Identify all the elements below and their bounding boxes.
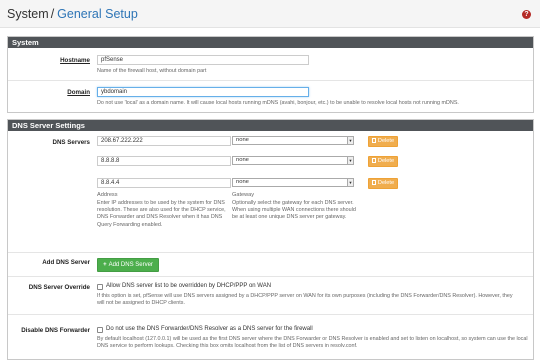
dns-servers-row: DNS Servers 208.67.222.222 none ▼ Delete … bbox=[8, 131, 533, 253]
delete-dns-server-2-button[interactable]: Delete bbox=[368, 156, 398, 167]
delete-label: Delete bbox=[377, 180, 395, 186]
dns-override-help: If this option is set, pfSense will use … bbox=[97, 293, 513, 307]
dns-server-2-input[interactable]: 8.8.8.8 bbox=[97, 156, 231, 166]
hostname-row: Hostname pfSense Name of the firewall ho… bbox=[8, 48, 533, 81]
delete-label: Delete bbox=[377, 158, 395, 164]
breadcrumb: System / General Setup bbox=[7, 7, 138, 21]
trash-icon bbox=[371, 180, 376, 185]
disable-forwarder-row: Disable DNS Forwarder Do not use the DNS… bbox=[8, 315, 533, 360]
trash-icon bbox=[371, 158, 376, 163]
hostname-help: Name of the firewall host, without domai… bbox=[97, 68, 207, 74]
add-dns-label: Add DNS Server bbox=[42, 259, 90, 266]
domain-label: Domain bbox=[67, 89, 90, 96]
dns-gateway-1-value: none bbox=[236, 137, 249, 143]
dns-server-1-input[interactable]: 208.67.222.222 bbox=[97, 136, 231, 146]
chevron-down-icon: ▼ bbox=[347, 157, 353, 164]
dns-override-label: DNS Server Override bbox=[28, 284, 90, 291]
dns-gateway-2-select[interactable]: none ▼ bbox=[232, 156, 354, 165]
hostname-label: Hostname bbox=[60, 57, 90, 64]
hostname-input[interactable]: pfSense bbox=[97, 55, 309, 65]
chevron-down-icon: ▼ bbox=[347, 137, 353, 144]
gateway-help: Optionally select the gateway for each D… bbox=[232, 200, 356, 221]
chevron-down-icon: ▼ bbox=[347, 179, 353, 186]
page-header: System / General Setup ? bbox=[0, 0, 540, 28]
dns-panel: DNS Server Settings DNS Servers 208.67.2… bbox=[7, 119, 534, 360]
add-dns-button-label: Add DNS Server bbox=[108, 262, 153, 268]
dns-gateway-3-value: none bbox=[236, 179, 249, 185]
address-sublabel: Address bbox=[97, 192, 118, 198]
dns-panel-title: DNS Server Settings bbox=[8, 120, 533, 131]
disable-forwarder-help: By default localhost (127.0.0.1) will be… bbox=[97, 336, 528, 350]
domain-input[interactable]: ybdomain bbox=[97, 87, 309, 97]
add-dns-server-button[interactable]: + Add DNS Server bbox=[97, 258, 159, 272]
delete-dns-server-1-button[interactable]: Delete bbox=[368, 136, 398, 147]
help-icon[interactable]: ? bbox=[522, 10, 531, 19]
disable-forwarder-check-label[interactable]: Do not use the DNS Forwarder/DNS Resolve… bbox=[106, 326, 313, 332]
dns-override-check-label[interactable]: Allow DNS server list to be overridden b… bbox=[106, 283, 271, 289]
breadcrumb-general-setup[interactable]: General Setup bbox=[57, 7, 138, 21]
add-dns-row: Add DNS Server + Add DNS Server bbox=[8, 253, 533, 277]
breadcrumb-system[interactable]: System bbox=[7, 7, 49, 21]
disable-forwarder-label: Disable DNS Forwarder bbox=[21, 327, 90, 334]
delete-dns-server-3-button[interactable]: Delete bbox=[368, 178, 398, 189]
disable-forwarder-checkbox[interactable] bbox=[97, 327, 103, 333]
domain-row: Domain ybdomain Do not use 'local' as a … bbox=[8, 81, 533, 113]
dns-gateway-1-select[interactable]: none ▼ bbox=[232, 136, 354, 145]
dns-gateway-3-select[interactable]: none ▼ bbox=[232, 178, 354, 187]
dns-override-row: DNS Server Override Allow DNS server lis… bbox=[8, 277, 533, 315]
dns-gateway-2-value: none bbox=[236, 157, 249, 163]
dns-servers-label: DNS Servers bbox=[52, 139, 91, 146]
dns-server-3-input[interactable]: 8.8.4.4 bbox=[97, 178, 231, 188]
address-help: Enter IP addresses to be used by the sys… bbox=[97, 200, 226, 228]
trash-icon bbox=[371, 138, 376, 143]
domain-help: Do not use 'local' as a domain name. It … bbox=[97, 100, 459, 106]
breadcrumb-separator: / bbox=[50, 7, 55, 21]
delete-label: Delete bbox=[377, 138, 395, 144]
dns-override-checkbox[interactable] bbox=[97, 284, 103, 290]
gateway-sublabel: Gateway bbox=[232, 192, 255, 198]
plus-icon: + bbox=[103, 262, 107, 268]
system-panel-title: System bbox=[8, 37, 533, 48]
system-panel: System Hostname pfSense Name of the fire… bbox=[7, 36, 534, 113]
